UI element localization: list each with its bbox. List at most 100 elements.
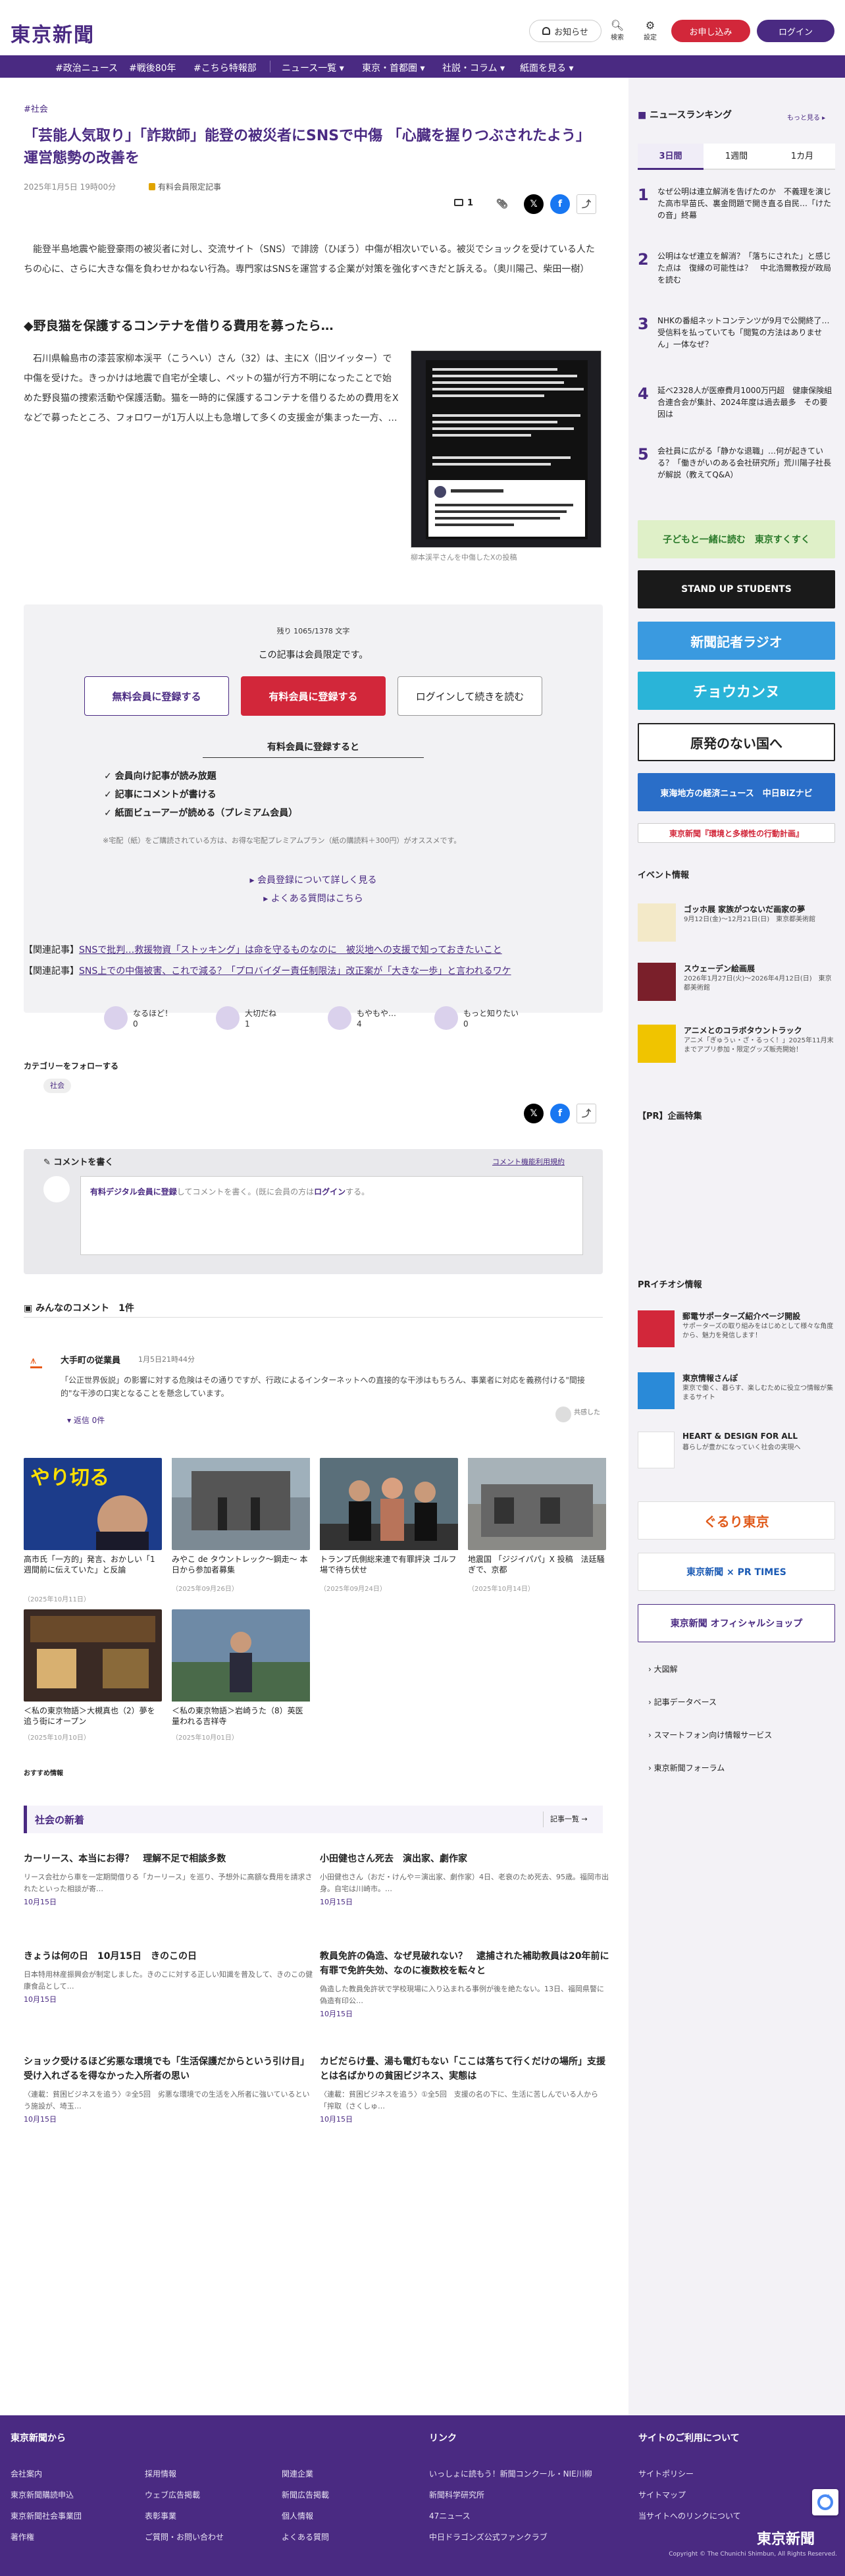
news-item[interactable]: きょうは何の日 10月15日 きのこの日 日本特用林産振興会が制定しました。きのこ… [24,1949,313,2004]
card-image[interactable] [468,1458,606,1550]
footer-link[interactable]: 47ニュース [429,2510,471,2521]
category-tag[interactable]: #社会 [24,102,48,115]
nav-item-tokyo[interactable]: 東京・首都圏 ▾ [362,61,424,74]
card-title[interactable]: 高市氏「一方的」発言、おかしい「1週間前に伝えていた」と反論 [24,1554,162,1575]
footer-link[interactable]: 採用情報 [145,2468,176,2479]
footer-link[interactable]: 個人情報 [282,2510,313,2521]
card-image[interactable] [172,1458,310,1550]
footer-link[interactable]: よくある質問 [282,2531,329,2542]
sidebar-link[interactable]: › 記事データベース [648,1696,717,1707]
nav-item-politics[interactable]: #政治ニュース [55,61,118,74]
comment-register-link[interactable]: 有料デジタル会員に登録 [90,1187,177,1196]
event-item[interactable]: アニメとのコラボタウントラック アニメ「ぎゅうぃ・ざ・るっく！」2025年11月末… [638,1025,835,1071]
footer-link[interactable]: ご質問・お問い合わせ [145,2531,224,2542]
event-item[interactable]: ゴッホ展 家族がつないだ画家の夢 9月12日(金)〜12月21日(日) 東京都美術… [638,903,835,950]
search-button[interactable]: 🔍︎ 検索 [604,20,630,42]
news-item[interactable]: カーリース、本当にお得？ 理解不足で相談多数 リース会社から車を一定期間借りる「カ… [24,1852,313,1907]
facebook-share-icon[interactable]: f [550,1104,570,1123]
related-article[interactable]: 【関連記事】SNSで批判…救援物資「ストッキング」は命を守るものなのに 被災地へ… [24,943,502,956]
like-icon[interactable] [555,1407,571,1422]
nav-item-news-list[interactable]: ニュース一覧 ▾ [282,61,344,74]
footer-link[interactable]: 中日ドラゴンズ公式ファンクラブ [429,2531,548,2542]
comment-login-link[interactable]: ログイン [314,1187,346,1196]
banner-action-plan[interactable]: 東京新聞『環境と多様性の行動計画』 [638,823,835,843]
share-icon[interactable]: ⤴ [576,194,596,214]
footer-link[interactable]: 関連企業 [282,2468,313,2479]
footer-link[interactable]: 東京新聞社会事業団 [11,2510,82,2521]
reply-toggle[interactable]: ▾ 返信 0件 [67,1414,105,1426]
event-item[interactable]: スウェーデン絵画展 2026年1月27日(火)〜2026年4月12日(日) 東京都… [638,963,835,1009]
comment-user[interactable]: 大手町の従業員 [61,1353,120,1366]
site-logo[interactable]: 東京新聞 [11,18,95,47]
card-image[interactable] [320,1458,458,1550]
footer-link[interactable]: サイトマップ [638,2489,686,2500]
news-list-link[interactable]: 記事一覧 → [543,1811,594,1827]
comment-input[interactable]: 有料デジタル会員に登録してコメントを書く。(既に会員の方はログインする。 [80,1176,583,1255]
share-icon[interactable]: ⤴ [576,1104,596,1123]
x-share-icon[interactable]: 𝕏 [524,1104,544,1123]
reaction-motto[interactable]: もっと知りたい 0 [434,1006,533,1033]
sidebar-link[interactable]: › スマートフォン向け情報サービス [648,1729,772,1740]
comment-count[interactable]: 1 [454,198,473,208]
banner-chunichi-biz[interactable]: 東海地方の経済ニュース 中日BiZナビ [638,773,835,811]
banner-prtimes[interactable]: 東京新聞 × PR TIMES [638,1553,835,1591]
card-title[interactable]: トランプ氏側総来連で有罪評決 ゴルフ場で待ち伏せ [320,1554,458,1575]
paid-register-button[interactable]: 有料会員に登録する [241,676,386,716]
related-article[interactable]: 【関連記事】SNS上での中傷被害、これで減る？「プロバイダー責任制限法」改正案が… [24,964,511,977]
footer-link[interactable]: 新聞広告掲載 [282,2489,329,2500]
card-title[interactable]: みやこ de タウントレック〜鋼走〜 本日から参加者募集 [172,1554,310,1575]
x-share-icon[interactable]: 𝕏 [524,194,544,214]
nav-item-tokuhoubu[interactable]: #こちら特報部 [193,61,257,74]
banner-genpatsu[interactable]: 原発のない国へ [638,723,835,761]
footer-logo[interactable]: 東京新聞 [757,2527,815,2548]
banner-sukusuku[interactable]: 子どもと一緒に読む 東京すくすく [638,520,835,558]
login-button[interactable]: ログイン [757,20,834,42]
footer-link[interactable]: いっしょに読もう！新聞コンクール・NIE川柳 [429,2468,592,2479]
footer-link[interactable]: 著作権 [11,2531,34,2542]
recaptcha-badge[interactable] [812,2489,838,2515]
faq-link[interactable]: ▸ よくある質問はこちら [24,892,603,905]
reaction-naruhodo[interactable]: なるほど！ 0 [104,1006,203,1033]
card-title[interactable]: ＜私の東京物語＞大槻真也（2）夢を追う街にオープン [24,1705,162,1727]
footer-link[interactable]: サイトポリシー [638,2468,694,2479]
card-image[interactable] [24,1609,162,1702]
tab-1month[interactable]: 1カ月 [769,144,835,170]
comment-policy-link[interactable]: コメント機能利用規約 [492,1156,565,1167]
pr-item[interactable]: HEART & DESIGN FOR ALL 暮らしが豊かになっていく社会の実現へ [638,1432,835,1471]
reaction-taisetsu[interactable]: 大切だね 1 [216,1006,315,1033]
pr-item[interactable]: 郵電サポーターズ紹介ページ開設 サポーターズの取り組みをはじめとして様々な角度から… [638,1310,835,1350]
banner-gururi-tokyo[interactable]: ぐるり東京 [638,1501,835,1540]
nav-item-postwar80[interactable]: #戦後80年 [129,61,176,74]
nav-item-paper[interactable]: 紙面を見る ▾ [520,61,573,74]
clip-icon[interactable]: 📎︎ [492,194,512,214]
reaction-moyamoya[interactable]: もやもや… 4 [328,1006,426,1033]
banner-choukanu[interactable]: チョウカンヌ [638,672,835,710]
login-continue-button[interactable]: ログインして続きを読む [397,676,542,716]
sidebar-link[interactable]: › 東京新聞フォーラム [648,1762,725,1773]
sidebar-link[interactable]: › 大図解 [648,1663,678,1675]
tab-1week[interactable]: 1週間 [704,144,769,170]
nav-item-editorial[interactable]: 社説・コラム ▾ [442,61,505,74]
membership-details-link[interactable]: ▸ 会員登録について詳しく見る [24,873,603,886]
related-link[interactable]: SNSで批判…救援物資「ストッキング」は命を守るものなのに 被災地への支援で知っ… [79,945,502,955]
settings-button[interactable]: ⚙ 設定 [637,20,663,42]
card-title[interactable]: 地震国 「ジジイパパ」X 投稿 法廷騒ぎで、京都 [468,1554,606,1575]
banner-radio[interactable]: 新聞記者ラジオ [638,622,835,660]
footer-link[interactable]: ウェブ広告掲載 [145,2489,200,2500]
subscribe-button[interactable]: お申し込み [671,20,750,42]
card-title[interactable]: ＜私の東京物語＞岩崎うた（8）英医量われる吉祥寺 [172,1705,310,1727]
footer-link[interactable]: 会社案内 [11,2468,42,2479]
tab-3days[interactable]: 3日間 [638,144,704,170]
card-image[interactable] [172,1609,310,1702]
news-item[interactable]: 小田健也さん死去 演出家、劇作家 小田健也さん（おだ・けんや＝演出家、劇作家）4日… [320,1852,609,1907]
card-image[interactable]: やり切る [24,1458,162,1550]
facebook-share-icon[interactable]: f [550,194,570,214]
notification-button[interactable]: お知らせ [529,20,602,42]
banner-stand-up-students[interactable]: STAND UP STUDENTS [638,570,835,608]
news-item[interactable]: ショック受けるほど劣悪な環境でも「生活保護だからという引け目」受け入れざるを得な… [24,2054,313,2124]
article-photo[interactable] [411,350,602,548]
banner-official-shop[interactable]: 東京新聞 オフィシャルショップ [638,1604,835,1642]
news-item[interactable]: カビだらけ畳、湯も電灯もない「ここは落ちて行くだけの場所」支援とは名ばかりの貧困… [320,2054,609,2124]
footer-link[interactable]: 新聞科学研究所 [429,2489,484,2500]
footer-link[interactable]: 東京新聞購読申込 [11,2489,74,2500]
